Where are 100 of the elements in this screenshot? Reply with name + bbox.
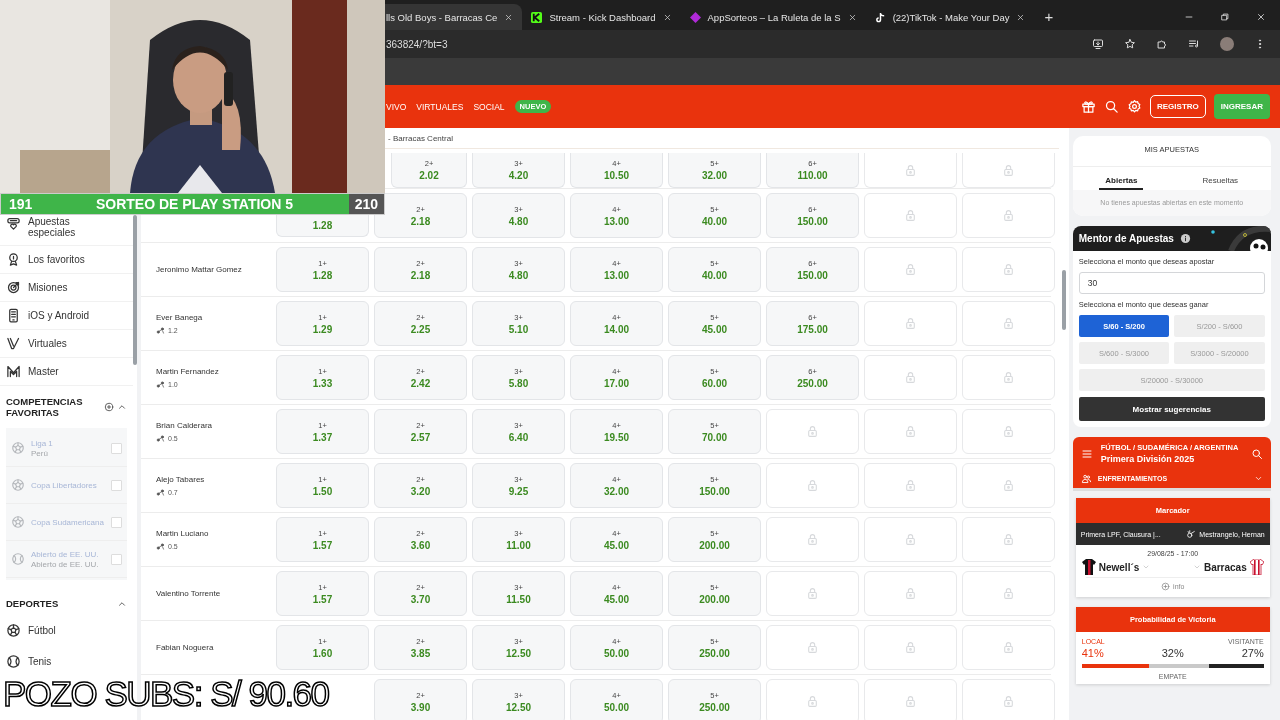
gift-icon[interactable] [1081, 99, 1096, 114]
assist-icon [156, 433, 165, 443]
competition-subtitle: Abierto de EE. UU. [31, 559, 100, 569]
add-icon[interactable] [1161, 582, 1171, 591]
soccer-ball-icon [11, 478, 25, 492]
star-icon[interactable] [1124, 38, 1136, 50]
player-name: Martin Fernandez [156, 366, 220, 376]
lock-icon [1002, 587, 1015, 600]
lock-icon [904, 533, 917, 546]
assist-icon [156, 379, 165, 389]
browser-tab[interactable]: Stream - Kick Dashboard [522, 4, 681, 30]
tennis-ball-icon [6, 654, 21, 669]
team-name: Newell´s [1098, 561, 1140, 573]
restore-icon[interactable] [1220, 12, 1230, 22]
checkbox[interactable] [111, 479, 122, 491]
tennis-ball-icon [11, 552, 25, 566]
league-title: Primera División 2025 [1100, 454, 1196, 464]
checkbox[interactable] [111, 442, 122, 454]
player-name: Martin Luciano [156, 528, 210, 538]
phone-icon [6, 308, 21, 323]
lock-icon [904, 163, 917, 177]
count-right: 210 [348, 194, 384, 214]
extensions-icon[interactable] [1156, 38, 1168, 50]
close-icon[interactable] [1256, 12, 1266, 22]
lock-icon [1002, 317, 1015, 330]
register-button[interactable]: REGISTRO [1150, 95, 1206, 118]
lock-icon [904, 641, 917, 654]
close-icon[interactable] [1016, 12, 1026, 22]
player-name: Ever Banega [156, 312, 204, 322]
lock-icon [806, 641, 819, 654]
search-icon[interactable] [1104, 99, 1119, 114]
competition-subtitle: Perú [31, 448, 49, 458]
m-shape-icon [6, 364, 21, 379]
lock-icon [904, 209, 917, 222]
overlay-caption: POZO SUBS: S/ 90.60 [3, 674, 329, 714]
media-icon[interactable] [1188, 38, 1200, 50]
lock-icon [1002, 695, 1015, 708]
lock-icon [904, 371, 917, 384]
target-icon [6, 280, 21, 295]
outcome-percent: 27% [1240, 647, 1264, 659]
player-name: Jeronimo Mattar Gomez [156, 265, 243, 274]
new-tab-button[interactable]: + [1034, 8, 1064, 30]
chevron-up-icon[interactable] [117, 402, 127, 412]
lock-icon [1002, 371, 1015, 384]
checkbox[interactable] [111, 516, 122, 528]
chevron-down-icon[interactable] [1253, 474, 1263, 483]
outcome-percent: 41% [1081, 647, 1105, 659]
info-icon[interactable] [1179, 233, 1191, 244]
card-title: Mentor de Apuestas [1078, 233, 1174, 244]
search-icon[interactable] [1250, 447, 1263, 460]
close-icon[interactable] [504, 12, 514, 22]
close-icon[interactable] [662, 12, 672, 22]
assist-icon [156, 325, 165, 335]
settings-icon[interactable] [1127, 99, 1142, 114]
lock-icon [1002, 479, 1015, 492]
lock-icon [806, 479, 819, 492]
v-shape-icon [6, 336, 21, 351]
sidebar-item[interactable]: Tenis [0, 646, 133, 677]
lock-icon [1002, 533, 1015, 546]
banner-title: SORTEO DE PLAY STATION 5 [94, 196, 295, 212]
section-title: DEPORTES [6, 598, 60, 609]
lock-icon [806, 695, 819, 708]
browser-tab[interactable]: lls Old Boys - Barracas Ce [385, 4, 523, 30]
sidebar-item[interactable]: Fútbol [0, 615, 133, 646]
lock-icon [1002, 163, 1015, 177]
team-name: Barracas [1203, 561, 1247, 573]
assist-icon [156, 487, 165, 497]
special-bets-icon [6, 216, 21, 231]
player-name: Fabian Noguera [156, 643, 215, 652]
lock-icon [806, 425, 819, 438]
checkbox[interactable] [111, 553, 122, 565]
nav-link[interactable]: VIVO [386, 101, 407, 112]
breadcrumb: - Barracas Central [388, 133, 453, 143]
suggestions-button[interactable]: Mostrar sugerencias [1078, 397, 1265, 421]
nav-link[interactable]: SOCIAL [473, 101, 505, 112]
lock-icon [806, 533, 819, 546]
stake-input[interactable]: 30 [1078, 272, 1265, 294]
lock-icon [1002, 209, 1015, 222]
player-name: Brian Calderara [156, 420, 214, 430]
player-name: Alejo Tabares [156, 474, 206, 484]
add-icon[interactable] [104, 402, 114, 412]
nav-link[interactable]: VIRTUALES [416, 101, 464, 112]
whistle-icon [1186, 529, 1197, 539]
close-icon[interactable] [847, 12, 857, 22]
install-icon[interactable] [1092, 38, 1104, 50]
square-icon [531, 11, 543, 23]
odds-button[interactable]: 1.28 [276, 214, 369, 237]
shirt-icon [1249, 559, 1264, 575]
count-left: 191 [8, 196, 34, 212]
profile-avatar[interactable] [1220, 37, 1234, 51]
browser-tab[interactable]: (22)TikTok - Make Your Day [865, 4, 1035, 30]
lock-icon [904, 695, 917, 708]
medal-icon [6, 252, 21, 267]
browser-tab[interactable]: AppSorteos – La Ruleta de la S [680, 4, 866, 30]
bets-tab[interactable]: Resueltas [1196, 173, 1245, 190]
lock-icon [904, 263, 917, 276]
soccer-ball-icon [11, 515, 25, 529]
chevron-down-icon [1192, 563, 1201, 571]
player-name: Valentino Torrente [156, 589, 222, 598]
section-title: COMPETENCIAS FAVORITAS [6, 396, 84, 418]
